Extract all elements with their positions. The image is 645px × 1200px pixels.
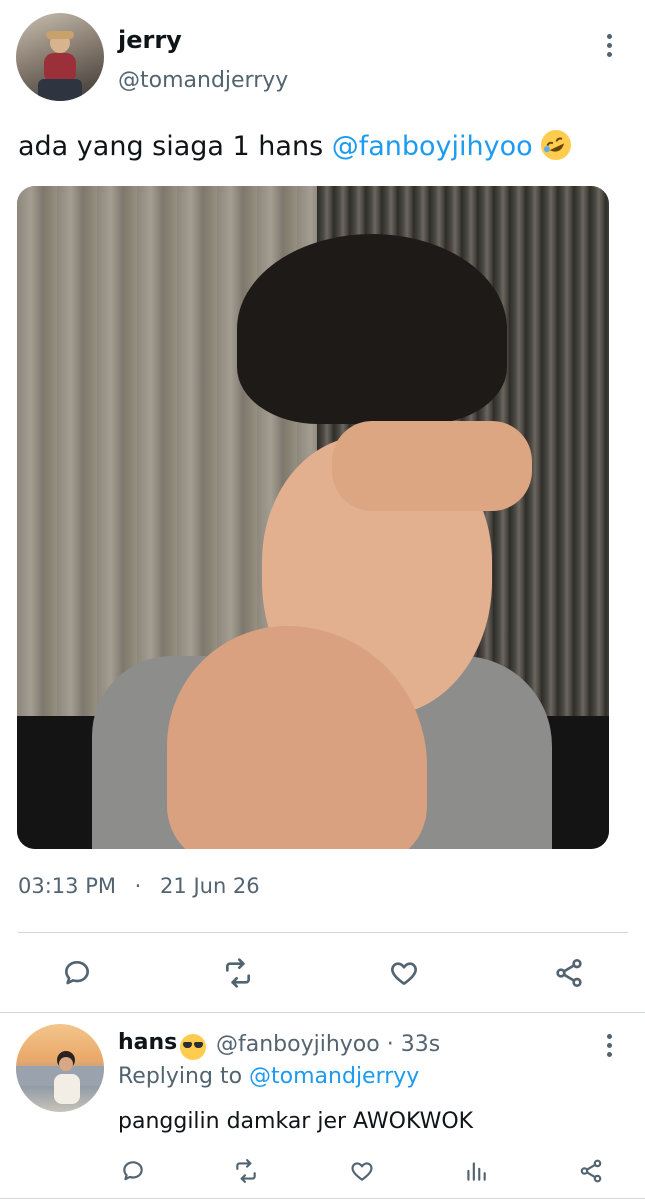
- tweet-text: ada yang siaga 1 hans @fanboyjihyoo: [18, 130, 572, 162]
- replying-prefix: Replying to: [118, 1064, 250, 1089]
- divider: [0, 1198, 645, 1199]
- rolling-laughing-emoji-icon: [541, 130, 572, 160]
- author-handle[interactable]: @tomandjerryy: [118, 68, 288, 93]
- tweet-timestamp: 03:13 PM · 21 Jun 26: [18, 874, 260, 898]
- hand: [332, 421, 532, 511]
- more-options-icon[interactable]: [604, 1034, 614, 1057]
- reply-handle-time[interactable]: @fanboyjihyoo · 33s: [216, 1032, 440, 1057]
- mention-link[interactable]: @fanboyjihyoo: [332, 131, 533, 162]
- sunglasses-emoji-icon: [180, 1034, 206, 1060]
- share-icon[interactable]: [549, 953, 589, 993]
- share-icon[interactable]: [576, 1156, 606, 1186]
- hair: [237, 234, 507, 424]
- analytics-icon[interactable]: [461, 1156, 491, 1186]
- more-options-icon[interactable]: [604, 34, 614, 57]
- replying-to-link[interactable]: @tomandjerryy: [249, 1064, 419, 1089]
- author-name[interactable]: jerry: [118, 26, 182, 54]
- tweet-time: 03:13 PM: [18, 874, 116, 898]
- reply-icon[interactable]: [57, 953, 97, 993]
- replying-to: Replying to @tomandjerryy: [118, 1064, 419, 1089]
- author-avatar[interactable]: [16, 13, 104, 101]
- divider: [18, 932, 628, 933]
- retweet-icon[interactable]: [218, 953, 258, 993]
- divider: [0, 1012, 645, 1013]
- reply-author-avatar[interactable]: [16, 1024, 104, 1112]
- reply-text: panggilin damkar jer AWOKWOK: [118, 1109, 474, 1134]
- tweet-photo[interactable]: [17, 186, 609, 849]
- tweet-body: ada yang siaga 1 hans: [18, 131, 332, 162]
- timestamp-separator: ·: [134, 874, 142, 898]
- reply-icon[interactable]: [118, 1156, 148, 1186]
- tweet-date: 21 Jun 26: [160, 874, 260, 898]
- retweet-icon[interactable]: [231, 1156, 261, 1186]
- like-icon[interactable]: [347, 1156, 377, 1186]
- reply-author-name[interactable]: hans: [118, 1030, 177, 1055]
- like-icon[interactable]: [384, 953, 424, 993]
